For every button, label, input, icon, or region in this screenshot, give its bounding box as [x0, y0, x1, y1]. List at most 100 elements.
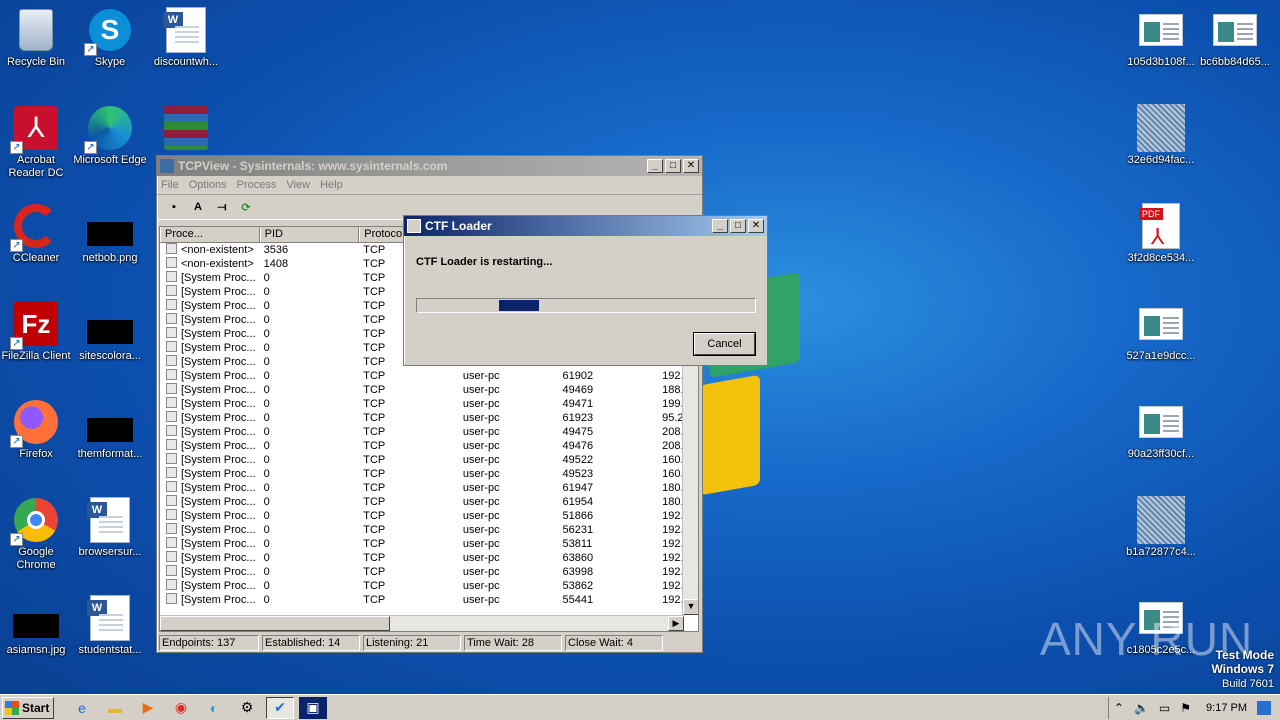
word-doc-icon: W — [162, 6, 210, 54]
menu-process[interactable]: Process — [237, 179, 277, 191]
desktop-icon[interactable]: Wbrowsersur... — [72, 496, 148, 559]
save-icon[interactable]: ▪ — [163, 197, 185, 217]
desktop-icon[interactable]: 32e6d94fac... — [1123, 104, 1199, 167]
menu-view[interactable]: View — [286, 179, 310, 191]
action-center-flag-icon[interactable]: ⚑ — [1180, 701, 1191, 715]
column-process[interactable]: Proce... — [160, 227, 260, 242]
table-row[interactable]: [System Proc... 0 TCP user-pc 61954 180. — [160, 495, 698, 509]
ctf-loader-task-icon[interactable]: ✔ — [266, 696, 294, 719]
menu-options[interactable]: Options — [189, 179, 227, 191]
table-cell: 0 — [263, 272, 270, 284]
refresh-icon[interactable]: ⟳ — [235, 197, 257, 217]
font-icon[interactable]: A — [187, 197, 209, 217]
table-cell: 0 — [263, 566, 270, 578]
ctf-loader-dialog[interactable]: CTF Loader _ □ ✕ CTF Loader is restartin… — [403, 215, 768, 366]
table-row[interactable]: [System Proc... 0 TCP user-pc 49522 160. — [160, 453, 698, 467]
table-row[interactable]: [System Proc... 0 TCP user-pc 53862 192. — [160, 579, 698, 593]
table-row[interactable]: [System Proc... 0 TCP user-pc 61947 180. — [160, 481, 698, 495]
desktop-icon[interactable] — [148, 104, 224, 154]
desktop-icon[interactable]: ↗ CCleaner — [0, 202, 74, 265]
scroll-down-arrow-icon[interactable]: ▼ — [683, 599, 698, 615]
desktop-icon[interactable]: sitescolora... — [72, 300, 148, 363]
table-row[interactable]: [System Proc... 0 TCP user-pc 49471 199. — [160, 397, 698, 411]
table-row[interactable]: [System Proc... 0 TCP user-pc 49475 208. — [160, 425, 698, 439]
table-cell: 49471 — [562, 398, 594, 410]
desktop-icon[interactable]: 105d3b108f... — [1123, 6, 1199, 69]
table-cell: user-pc — [462, 538, 500, 550]
close-button[interactable]: ✕ — [748, 219, 764, 233]
status-close-wait: Close Wait: 4 — [565, 635, 663, 651]
table-row[interactable]: [System Proc... 0 TCP user-pc 61923 95.2 — [160, 411, 698, 425]
ctf-loader-titlebar[interactable]: CTF Loader _ □ ✕ — [404, 216, 767, 236]
build-label: Build 7601 — [1222, 678, 1274, 690]
table-row[interactable]: [System Proc... 0 TCP user-pc 56231 192. — [160, 523, 698, 537]
maximize-button[interactable]: □ — [730, 219, 746, 233]
desktop-icon[interactable]: bc6bb84d65... — [1197, 6, 1273, 69]
resolve-addresses-icon[interactable]: ⟞ — [211, 197, 233, 217]
scroll-right-arrow-icon[interactable]: ▶ — [668, 616, 684, 631]
table-cell: TCP — [363, 370, 386, 382]
show-desktop-icon[interactable] — [1257, 701, 1271, 715]
ie-icon[interactable]: e — [68, 697, 96, 719]
desktop-icon[interactable]: 90a23ff30cf... — [1123, 398, 1199, 461]
column-pid[interactable]: PID — [259, 227, 360, 242]
desktop-icon-label: 3f2d8ce534... — [1127, 252, 1195, 264]
table-row[interactable]: [System Proc... 0 TCP user-pc 49476 208. — [160, 439, 698, 453]
horizontal-scrollbar[interactable]: ▶ — [160, 615, 684, 631]
table-row[interactable]: [System Proc... 0 TCP user-pc 63998 192. — [160, 565, 698, 579]
tcpview-task-icon[interactable]: ⚙ — [233, 697, 261, 719]
maximize-button[interactable]: □ — [665, 159, 681, 173]
desktop-icon-label: bc6bb84d65... — [1200, 56, 1270, 68]
scroll-thumb[interactable] — [160, 616, 390, 631]
volume-icon[interactable]: 🔈 — [1134, 701, 1149, 715]
desktop-icon-label: 32e6d94fac... — [1127, 154, 1195, 166]
desktop-icon[interactable]: PDF ⅄ 3f2d8ce534... — [1123, 202, 1199, 265]
table-cell: 0 — [263, 370, 270, 382]
test-mode-label: Test Mode — [1215, 648, 1274, 662]
minimize-button[interactable]: _ — [647, 159, 663, 173]
network-icon[interactable]: ▭ — [1159, 701, 1170, 715]
desktop-icon[interactable]: S ↗ Skype — [72, 6, 148, 69]
table-cell: 51866 — [562, 510, 594, 522]
image-file-icon — [1137, 104, 1185, 152]
desktop-icon[interactable]: asiamsn.jpg — [0, 594, 74, 657]
show-hidden-icons-icon[interactable]: ⌃ — [1114, 701, 1124, 715]
close-button[interactable]: ✕ — [683, 159, 699, 173]
desktop-icon[interactable]: Wdiscountwh... — [148, 6, 224, 69]
desktop-icon[interactable]: ↗ Google Chrome — [0, 496, 74, 572]
desktop-icon[interactable]: ⅄ ↗ Acrobat Reader DC — [0, 104, 74, 180]
table-row[interactable]: [System Proc... 0 TCP user-pc 51866 192. — [160, 509, 698, 523]
table-cell: 49476 — [562, 440, 594, 452]
desktop-icon[interactable]: ↗ Microsoft Edge — [72, 104, 148, 167]
desktop-icon[interactable]: Recycle Bin — [0, 6, 74, 69]
minimize-button[interactable]: _ — [712, 219, 728, 233]
table-cell: user-pc — [462, 398, 500, 410]
recycle-bin-icon — [12, 6, 60, 54]
table-cell: user-pc — [462, 440, 500, 452]
media-player-icon[interactable]: ▶ — [134, 697, 162, 719]
edge-icon[interactable]: ◐ — [200, 697, 228, 719]
desktop-icon[interactable]: b1a72877c4... — [1123, 496, 1199, 559]
desktop-icon[interactable]: netbob.png — [72, 202, 148, 265]
desktop-icon[interactable]: themformat... — [72, 398, 148, 461]
cancel-button[interactable]: Cancel — [693, 332, 756, 356]
desktop-icon[interactable]: 527a1e9dcc... — [1123, 300, 1199, 363]
table-row[interactable]: [System Proc... 0 TCP user-pc 49523 160. — [160, 467, 698, 481]
start-button[interactable]: Start — [2, 696, 54, 719]
table-row[interactable]: [System Proc... 0 TCP user-pc 61902 192. — [160, 369, 698, 383]
desktop-icon[interactable]: Wstudentstat... — [72, 594, 148, 657]
explorer-icon[interactable]: ▬ — [101, 697, 129, 719]
table-row[interactable]: [System Proc... 0 TCP user-pc 55441 192. — [160, 593, 698, 607]
table-row[interactable]: [System Proc... 0 TCP user-pc 49469 188. — [160, 383, 698, 397]
chrome-icon[interactable]: ◉ — [167, 697, 195, 719]
desktop-icon[interactable]: Fz ↗ FileZilla Client — [0, 300, 74, 363]
menu-help[interactable]: Help — [320, 179, 343, 191]
app-task-icon[interactable]: ▣ — [299, 696, 327, 719]
menu-file[interactable]: File — [161, 179, 179, 191]
table-row[interactable]: [System Proc... 0 TCP user-pc 53811 192. — [160, 537, 698, 551]
desktop-icon[interactable]: ↗ Firefox — [0, 398, 74, 461]
shortcut-arrow-icon: ↗ — [10, 435, 23, 448]
clock[interactable]: 9:17 PM — [1206, 702, 1247, 714]
tcpview-titlebar[interactable]: TCPView - Sysinternals: www.sysinternals… — [157, 156, 702, 176]
table-row[interactable]: [System Proc... 0 TCP user-pc 63860 192. — [160, 551, 698, 565]
